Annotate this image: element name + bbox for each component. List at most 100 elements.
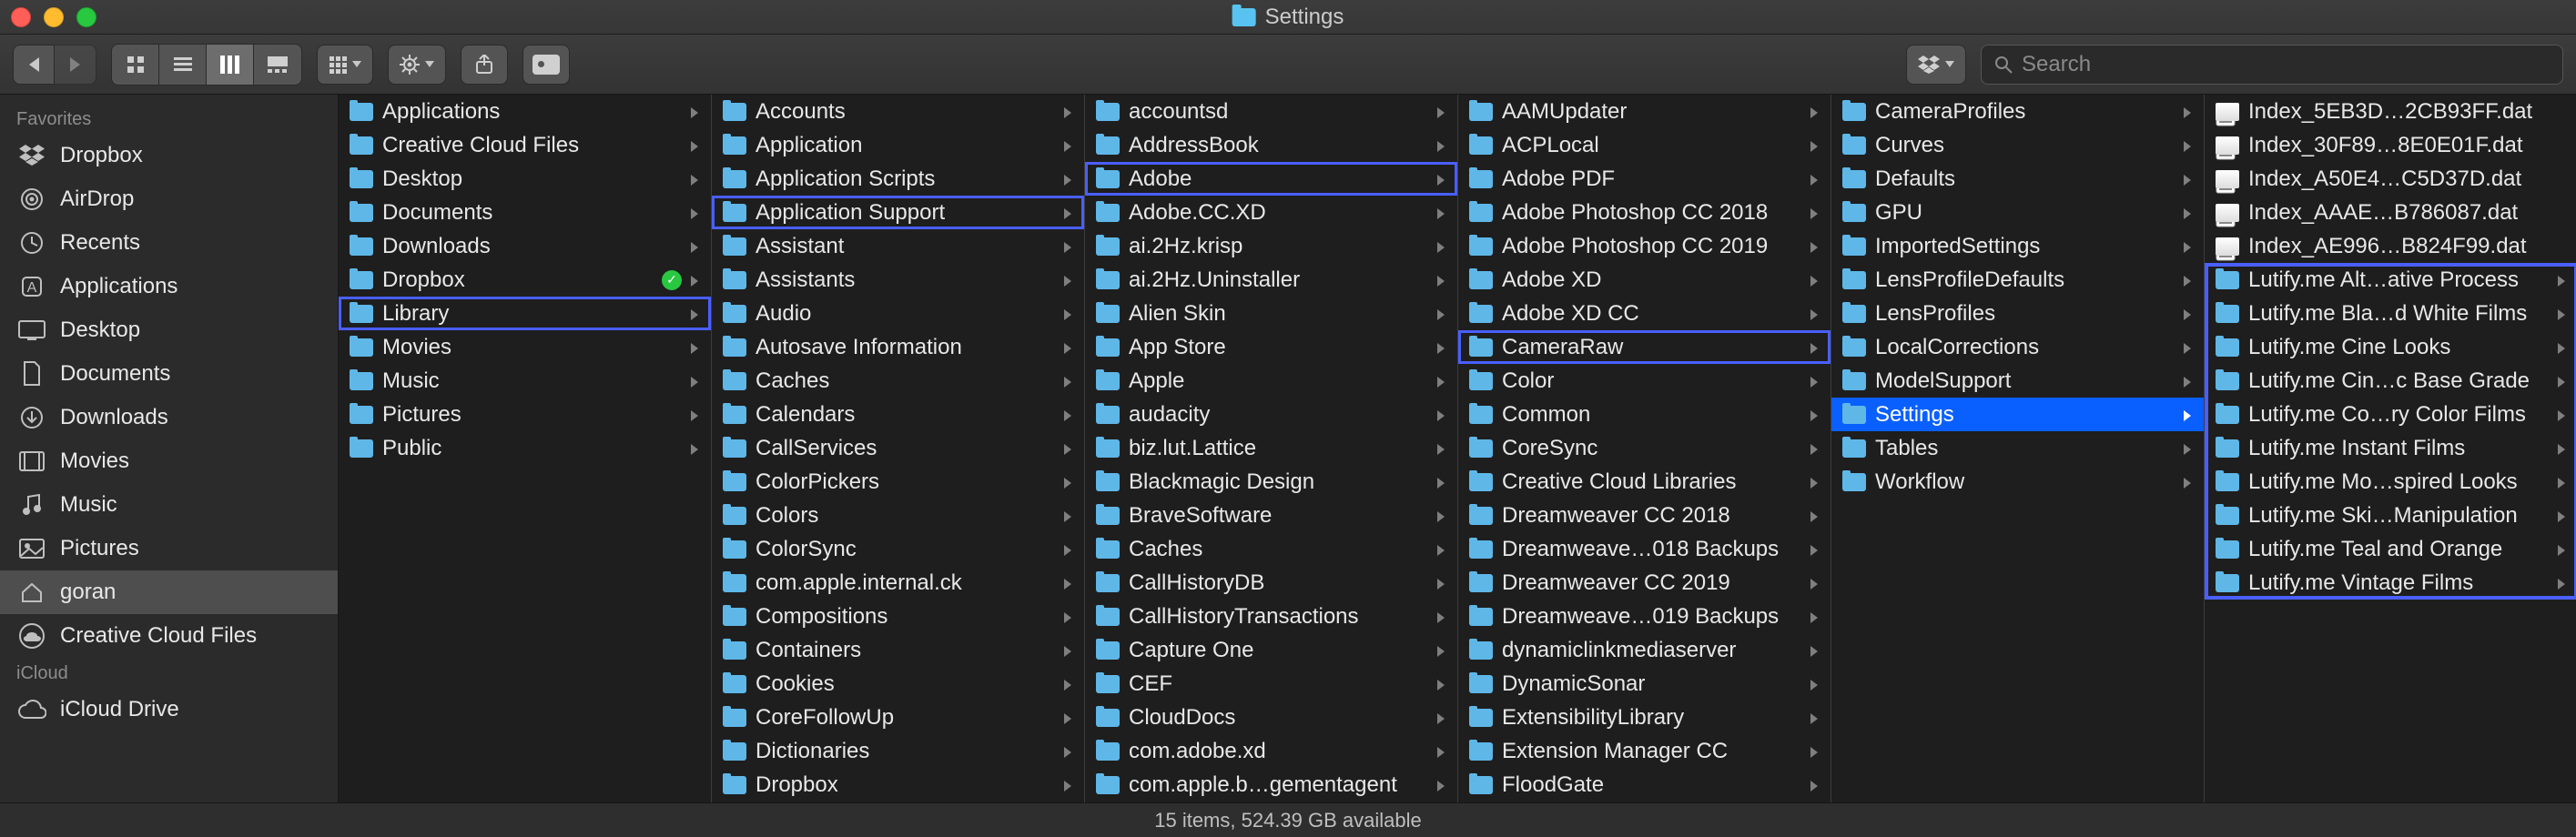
icon-view-button[interactable] (112, 45, 159, 85)
folder-row[interactable]: CEF (1085, 667, 1457, 701)
folder-row[interactable]: Common (1458, 398, 1831, 431)
folder-row[interactable]: Adobe Photoshop CC 2019 (1458, 229, 1831, 263)
folder-row[interactable]: Settings (1831, 398, 2204, 431)
folder-row[interactable]: Public (339, 431, 711, 465)
folder-row[interactable]: ModelSupport (1831, 364, 2204, 398)
list-view-button[interactable] (159, 45, 207, 85)
sidebar-item-icloud-drive[interactable]: iCloud Drive (0, 688, 338, 731)
file-row[interactable]: Index_5EB3D…2CB93FF.dat (2205, 95, 2576, 128)
sidebar-item-documents[interactable]: Documents (0, 352, 338, 396)
folder-row[interactable]: Adobe.CC.XD (1085, 196, 1457, 229)
zoom-window-button[interactable] (76, 7, 96, 27)
folder-row[interactable]: ColorPickers (712, 465, 1084, 499)
sidebar-item-movies[interactable]: Movies (0, 439, 338, 483)
sidebar-item-applications[interactable]: AApplications (0, 265, 338, 308)
folder-row[interactable]: Application Scripts (712, 162, 1084, 196)
folder-row[interactable]: Adobe XD (1458, 263, 1831, 297)
folder-row[interactable]: Documents (339, 196, 711, 229)
column-2[interactable]: accountsdAddressBookAdobeAdobe.CC.XDai.2… (1085, 95, 1458, 802)
folder-row[interactable]: LensProfileDefaults (1831, 263, 2204, 297)
folder-row[interactable]: com.apple.internal.ck (712, 566, 1084, 600)
folder-row[interactable]: Containers (712, 633, 1084, 667)
folder-row[interactable]: Lutify.me Vintage Films (2205, 566, 2576, 600)
gallery-view-button[interactable] (254, 45, 301, 85)
folder-row[interactable]: Lutify.me Mo…spired Looks (2205, 465, 2576, 499)
folder-row[interactable]: Application Support (712, 196, 1084, 229)
folder-row[interactable]: Color (1458, 364, 1831, 398)
folder-row[interactable]: Lutify.me Cin…c Base Grade (2205, 364, 2576, 398)
folder-row[interactable]: CallHistoryDB (1085, 566, 1457, 600)
folder-row[interactable]: accountsd (1085, 95, 1457, 128)
folder-row[interactable]: Compositions (712, 600, 1084, 633)
action-button[interactable] (388, 45, 446, 85)
folder-row[interactable]: Cookies (712, 667, 1084, 701)
folder-row[interactable]: Adobe (1085, 162, 1457, 196)
sidebar-item-creative-cloud-files[interactable]: Creative Cloud Files (0, 614, 338, 658)
column-5[interactable]: Index_5EB3D…2CB93FF.datIndex_30F89…8E0E0… (2205, 95, 2576, 802)
folder-row[interactable]: Creative Cloud Files (339, 128, 711, 162)
sidebar-item-goran[interactable]: goran (0, 570, 338, 614)
folder-row[interactable]: Lutify.me Bla…d White Films (2205, 297, 2576, 330)
folder-row[interactable]: Lutify.me Alt…ative Process (2205, 263, 2576, 297)
folder-row[interactable]: Dictionaries (712, 734, 1084, 768)
folder-row[interactable]: CoreSync (1458, 431, 1831, 465)
folder-row[interactable]: Blackmagic Design (1085, 465, 1457, 499)
folder-row[interactable]: LensProfiles (1831, 297, 2204, 330)
folder-row[interactable]: Movies (339, 330, 711, 364)
folder-row[interactable]: Desktop (339, 162, 711, 196)
folder-row[interactable]: ColorSync (712, 532, 1084, 566)
tags-button[interactable] (522, 45, 570, 85)
folder-row[interactable]: Autosave Information (712, 330, 1084, 364)
column-browser[interactable]: ApplicationsCreative Cloud FilesDesktopD… (339, 95, 2576, 802)
folder-row[interactable]: Downloads (339, 229, 711, 263)
folder-row[interactable]: audacity (1085, 398, 1457, 431)
folder-row[interactable]: App Store (1085, 330, 1457, 364)
folder-row[interactable]: Curves (1831, 128, 2204, 162)
column-3[interactable]: AAMUpdaterACPLocalAdobe PDFAdobe Photosh… (1458, 95, 1831, 802)
folder-row[interactable]: ExtensibilityLibrary (1458, 701, 1831, 734)
folder-row[interactable]: Colors (712, 499, 1084, 532)
folder-row[interactable]: ai.2Hz.Uninstaller (1085, 263, 1457, 297)
file-row[interactable]: Index_AE996…B824F99.dat (2205, 229, 2576, 263)
search-input[interactable] (2022, 52, 2550, 77)
folder-row[interactable]: com.apple.b…gementagent (1085, 768, 1457, 802)
folder-row[interactable]: Lutify.me Co…ry Color Films (2205, 398, 2576, 431)
close-window-button[interactable] (11, 7, 31, 27)
folder-row[interactable]: Lutify.me Ski…Manipulation (2205, 499, 2576, 532)
sidebar-item-recents[interactable]: Recents (0, 221, 338, 265)
folder-row[interactable]: DynamicSonar (1458, 667, 1831, 701)
column-4[interactable]: CameraProfilesCurvesDefaultsGPUImportedS… (1831, 95, 2205, 802)
folder-row[interactable]: biz.lut.Lattice (1085, 431, 1457, 465)
folder-row[interactable]: ai.2Hz.krisp (1085, 229, 1457, 263)
folder-row[interactable]: LocalCorrections (1831, 330, 2204, 364)
folder-row[interactable]: Adobe PDF (1458, 162, 1831, 196)
file-row[interactable]: Index_A50E4…C5D37D.dat (2205, 162, 2576, 196)
folder-row[interactable]: Adobe XD CC (1458, 297, 1831, 330)
folder-row[interactable]: Dreamweave…019 Backups (1458, 600, 1831, 633)
folder-row[interactable]: CoreFollowUp (712, 701, 1084, 734)
folder-row[interactable]: Caches (1085, 532, 1457, 566)
folder-row[interactable]: CameraProfiles (1831, 95, 2204, 128)
sidebar-item-music[interactable]: Music (0, 483, 338, 527)
sidebar-item-dropbox[interactable]: Dropbox (0, 134, 338, 177)
folder-row[interactable]: Pictures (339, 398, 711, 431)
folder-row[interactable]: FloodGate (1458, 768, 1831, 802)
folder-row[interactable]: Lutify.me Instant Films (2205, 431, 2576, 465)
folder-row[interactable]: CameraRaw (1458, 330, 1831, 364)
folder-row[interactable]: AddressBook (1085, 128, 1457, 162)
folder-row[interactable]: Tables (1831, 431, 2204, 465)
folder-row[interactable]: Workflow (1831, 465, 2204, 499)
folder-row[interactable]: Assistant (712, 229, 1084, 263)
folder-row[interactable]: ACPLocal (1458, 128, 1831, 162)
minimize-window-button[interactable] (44, 7, 64, 27)
folder-row[interactable]: Dropbox (712, 768, 1084, 802)
share-button[interactable] (461, 45, 508, 85)
folder-row[interactable]: Lutify.me Teal and Orange (2205, 532, 2576, 566)
sidebar-item-desktop[interactable]: Desktop (0, 308, 338, 352)
folder-row[interactable]: Creative Cloud Libraries (1458, 465, 1831, 499)
back-button[interactable] (13, 45, 55, 85)
sidebar-item-pictures[interactable]: Pictures (0, 527, 338, 570)
column-view-button[interactable] (207, 45, 254, 85)
folder-row[interactable]: Extension Manager CC (1458, 734, 1831, 768)
file-row[interactable]: Index_30F89…8E0E01F.dat (2205, 128, 2576, 162)
